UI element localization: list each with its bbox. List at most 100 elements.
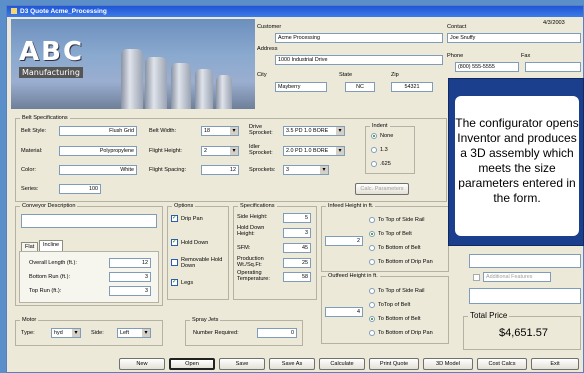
sprockets-select[interactable]: 3	[283, 165, 329, 175]
indent-13-radio[interactable]	[371, 147, 377, 153]
print-quote-button[interactable]: Print Quote	[369, 358, 419, 370]
exit-button[interactable]: Exit	[531, 358, 579, 370]
series-field[interactable]: 100	[59, 184, 101, 194]
hold-down-height-field[interactable]: 3	[283, 228, 311, 238]
motor-type-label: Type:	[21, 330, 35, 336]
infeed-bottom-belt-radio[interactable]	[369, 245, 375, 251]
silo-graphic	[171, 63, 191, 109]
flight-spacing-field[interactable]: 12	[201, 165, 239, 175]
material-field[interactable]: Polypropylene	[59, 146, 137, 156]
conveyor-description-title: Conveyor Description	[20, 203, 78, 209]
address-label: Address	[257, 46, 278, 52]
idler-sprocket-label: Idler Sprocket:	[249, 144, 273, 156]
belt-specifications-title: Belt Specifications	[20, 115, 70, 121]
motor-side-select[interactable]: Left	[117, 328, 151, 338]
infeed-top-belt-radio[interactable]	[369, 231, 375, 237]
calculate-button[interactable]: Calculate	[319, 358, 365, 370]
indent-625-radio[interactable]	[371, 161, 377, 167]
spray-jets-title: Spray Jets	[190, 317, 221, 323]
color-field[interactable]: White	[59, 165, 137, 175]
side-height-label: Side Height:	[237, 214, 268, 220]
outfeed-height-title: Outfeed Height in ft.	[326, 273, 380, 279]
hold-down-height-label: Hold Down Height:	[237, 225, 265, 237]
fax-field[interactable]	[525, 62, 581, 72]
series-label: Series:	[21, 186, 39, 192]
infeed-height-field[interactable]: 2	[325, 236, 363, 246]
silo-graphic	[121, 49, 143, 109]
drip-pan-label: Drip Pan	[181, 216, 203, 222]
bottom-run-field[interactable]: 3	[109, 272, 151, 282]
motor-side-label: Side:	[91, 330, 104, 336]
removable-hold-down-checkbox[interactable]	[171, 259, 178, 266]
open-button[interactable]: Open	[169, 358, 215, 370]
3d-model-button[interactable]: 3D Model	[423, 358, 473, 370]
idler-sprocket-select[interactable]: 2.0 PD 1.0 BORE	[283, 146, 345, 156]
save-button[interactable]: Save	[219, 358, 265, 370]
additional-features-field[interactable]: Additional Features	[483, 272, 551, 282]
outfeed-height-field[interactable]: 4	[325, 307, 363, 317]
drip-pan-checkbox[interactable]: ✓	[171, 215, 178, 222]
belt-style-field[interactable]: Flush Grid	[59, 126, 137, 136]
material-label: Material:	[21, 148, 43, 154]
contact-field[interactable]: Joe Snuffy	[447, 33, 581, 43]
outfeed-top-side-rail-label: To Top of Side Rail	[378, 288, 425, 294]
title-bar: D3 Quote Acme_Processing	[7, 6, 583, 17]
silo-graphic	[216, 75, 232, 109]
calc-parameters-button[interactable]: Calc. Parameters	[355, 183, 409, 195]
additional-features-detail-field[interactable]	[469, 288, 581, 304]
additional-features-checkbox[interactable]	[473, 274, 480, 281]
belt-width-select[interactable]: 18	[201, 126, 239, 136]
flight-height-select[interactable]: 2	[201, 146, 239, 156]
hold-down-label: Hold Down	[181, 240, 209, 246]
hold-down-checkbox[interactable]: ✓	[171, 239, 178, 246]
top-run-field[interactable]: 3	[109, 286, 151, 296]
infeed-bottom-drip-pan-radio[interactable]	[369, 259, 375, 265]
customer-field[interactable]: Acme Processing	[275, 33, 443, 43]
indent-none-label: None	[380, 133, 394, 139]
spray-number-field[interactable]: 0	[257, 328, 297, 338]
options-title: Options	[172, 203, 196, 209]
motor-type-select[interactable]: hyd	[51, 328, 81, 338]
specifications-title: Specifications	[238, 203, 277, 209]
sfm-field[interactable]: 45	[283, 243, 311, 253]
outfeed-top-side-rail-radio[interactable]	[369, 288, 375, 294]
side-height-field[interactable]: 5	[283, 213, 311, 223]
outfeed-bottom-drip-pan-radio[interactable]	[369, 330, 375, 336]
tab-flat[interactable]: Flat	[21, 242, 39, 251]
outfeed-bottom-belt-label: To Bottom of Belt	[378, 316, 421, 322]
city-field[interactable]: Mayberry	[275, 82, 327, 92]
outfeed-top-belt-radio[interactable]	[369, 302, 375, 308]
address-field[interactable]: 1000 Industrial Drive	[275, 55, 443, 65]
state-label: State	[339, 72, 353, 78]
production-weight-field[interactable]: 25	[283, 258, 311, 268]
drive-sprocket-select[interactable]: 3.5 PD 1.0 BORE	[283, 126, 345, 136]
infeed-bottom-belt-label: To Bottom of Belt	[378, 245, 421, 251]
conveyor-description-field[interactable]	[21, 214, 157, 228]
tab-incline[interactable]: Incline	[39, 240, 64, 251]
removable-hold-down-label: Removable Hold Down	[181, 257, 223, 269]
indent-none-radio[interactable]	[371, 133, 377, 139]
save-as-button[interactable]: Save As	[269, 358, 315, 370]
infeed-top-side-rail-radio[interactable]	[369, 217, 375, 223]
infeed-bottom-drip-pan-label: To Bottom of Drip Pan	[378, 259, 433, 265]
legs-checkbox[interactable]: ✓	[171, 279, 178, 286]
zip-field[interactable]: 54321	[391, 82, 433, 92]
logo-text: ABC	[19, 37, 85, 67]
cost-calcs-button[interactable]: Cost Calcs	[477, 358, 527, 370]
phone-field[interactable]: (800) 555-5555	[455, 62, 519, 72]
configurator-callout: The configurator opens Inventor and prod…	[448, 78, 584, 246]
overall-length-label: Overall Length (ft.):	[29, 260, 77, 266]
state-field[interactable]: NC	[345, 82, 375, 92]
overall-length-field[interactable]: 12	[109, 258, 151, 268]
logo-subtitle: Manufacturing	[19, 67, 83, 78]
indent-title: Indent	[370, 123, 390, 129]
operating-temperature-field[interactable]: 58	[283, 272, 311, 282]
company-logo-image: ABC Manufacturing	[11, 19, 255, 109]
indent-625-label: .625	[380, 161, 391, 167]
outfeed-bottom-belt-radio[interactable]	[369, 316, 375, 322]
notes-field[interactable]	[469, 254, 581, 268]
indent-13-label: 1.3	[380, 147, 388, 153]
new-button[interactable]: New	[119, 358, 165, 370]
callout-text: The configurator opens Inventor and prod…	[455, 96, 579, 236]
operating-temperature-label: Operating Temperature:	[237, 270, 270, 282]
